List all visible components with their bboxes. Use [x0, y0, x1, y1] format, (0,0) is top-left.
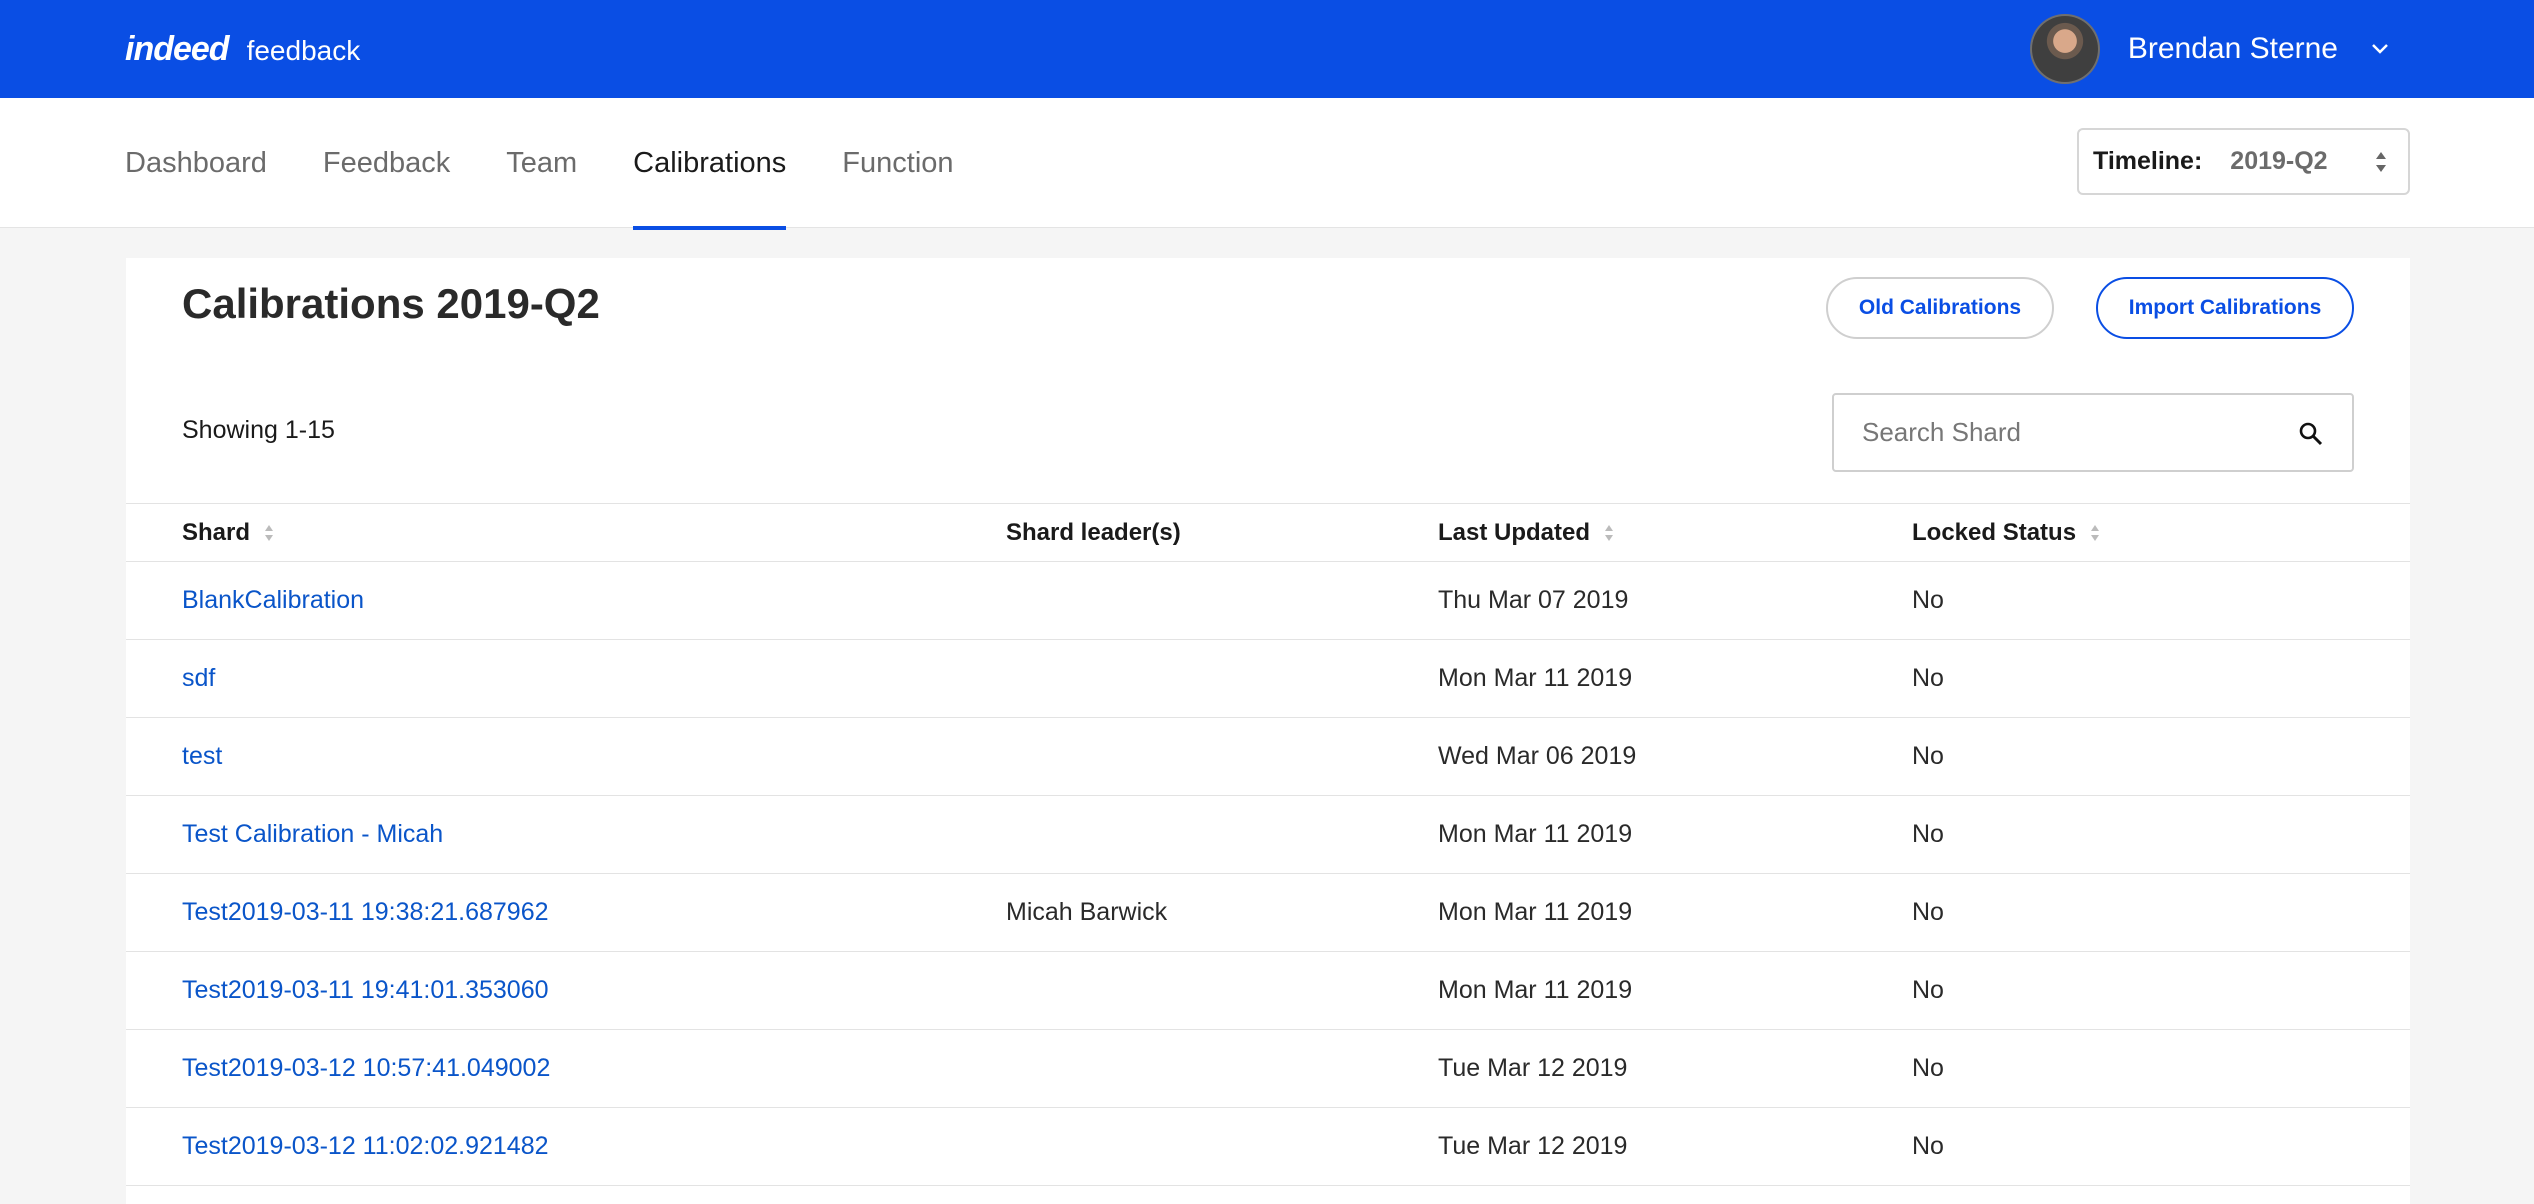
tab-calibrations[interactable]: Calibrations: [633, 98, 787, 230]
tab-team[interactable]: Team: [506, 98, 577, 228]
last-updated: Tue Mar 12 2019: [1438, 1054, 1628, 1082]
locked-status: No: [1912, 820, 1944, 848]
shard-link[interactable]: BlankCalibration: [182, 562, 364, 639]
chevron-down-icon[interactable]: [2368, 37, 2392, 61]
table-row: Test Calibration - Micah Mon Mar 11 2019…: [126, 796, 2410, 874]
table-row: test Wed Mar 06 2019 No: [126, 718, 2410, 796]
locked-status: No: [1912, 898, 1944, 926]
page-title: Calibrations 2019-Q2: [182, 280, 600, 327]
last-updated: Mon Mar 11 2019: [1438, 898, 1633, 926]
shard-link[interactable]: Test2019-03-11 19:38:21.687962: [182, 874, 549, 951]
shard-link[interactable]: Test Calibration - Micah: [182, 796, 443, 873]
shard-link[interactable]: test: [182, 718, 222, 795]
shard-link[interactable]: Test2019-03-11 19:41:01.353060: [182, 952, 549, 1029]
showing-count: Showing 1-15: [182, 416, 335, 444]
search-input[interactable]: [1834, 417, 2274, 448]
calibrations-card: Calibrations 2019-Q2 Old Calibrations Im…: [126, 258, 2410, 1204]
shard-link[interactable]: sdf: [182, 640, 215, 717]
locked-status: No: [1912, 742, 1944, 770]
table-header: Shard Shard leader(s) Last Updated Locke…: [126, 503, 2410, 562]
sort-icon[interactable]: [264, 523, 274, 543]
column-label: Last Updated: [1438, 519, 1591, 546]
timeline-select[interactable]: Timeline: 2019-Q2: [2077, 128, 2410, 195]
logo-brand: indeed: [125, 30, 230, 68]
last-updated: Mon Mar 11 2019: [1438, 664, 1633, 692]
column-label: Locked Status: [1912, 519, 2077, 546]
locked-status: No: [1912, 1132, 1944, 1160]
shard-link[interactable]: Test2019-03-12 10:57:41.049002: [182, 1030, 550, 1107]
tab-dashboard[interactable]: Dashboard: [125, 98, 267, 228]
locked-status: No: [1912, 976, 1944, 1004]
sort-icon[interactable]: [1604, 523, 1614, 543]
locked-status: No: [1912, 1054, 1944, 1082]
table-row: Test2019-03-12 10:57:41.049002 Tue Mar 1…: [126, 1030, 2410, 1108]
column-header-shard[interactable]: Shard: [182, 504, 274, 562]
last-updated: Thu Mar 07 2019: [1438, 586, 1629, 614]
column-label: Shard leader(s): [1006, 519, 1181, 546]
table-row: sdf Mon Mar 11 2019 No: [126, 640, 2410, 718]
timeline-label: Timeline:: [2093, 147, 2203, 175]
column-label: Shard: [182, 519, 251, 546]
table-row: Test2019-03-11 19:38:21.687962 Micah Bar…: [126, 874, 2410, 952]
column-header-updated[interactable]: Last Updated: [1438, 504, 1614, 562]
last-updated: Tue Mar 12 2019: [1438, 1132, 1628, 1160]
user-menu[interactable]: Brendan Sterne: [2029, 14, 2392, 84]
avatar: [2029, 14, 2100, 84]
table-row: BlankCalibration Thu Mar 07 2019 No: [126, 562, 2410, 640]
locked-status: No: [1912, 664, 1944, 692]
import-calibrations-button[interactable]: Import Calibrations: [2096, 277, 2354, 339]
sort-icon[interactable]: [2090, 523, 2100, 543]
logo-product: feedback: [246, 35, 361, 66]
search-box: [1832, 393, 2354, 472]
column-header-leader: Shard leader(s): [1006, 504, 1181, 562]
table-row: Test2019-03-11 19:41:01.353060 Mon Mar 1…: [126, 952, 2410, 1030]
old-calibrations-button[interactable]: Old Calibrations: [1826, 277, 2054, 339]
main-nav: Dashboard Feedback Team Calibrations Fun…: [0, 98, 2534, 230]
search-icon[interactable]: [2298, 421, 2324, 452]
tab-feedback[interactable]: Feedback: [323, 98, 450, 228]
column-header-locked[interactable]: Locked Status: [1912, 504, 2100, 562]
locked-status: No: [1912, 586, 1944, 614]
last-updated: Mon Mar 11 2019: [1438, 976, 1633, 1004]
logo[interactable]: indeed feedback: [125, 30, 360, 69]
last-updated: Mon Mar 11 2019: [1438, 820, 1633, 848]
shard-link[interactable]: Test2019-03-12 11:02:02.921482: [182, 1108, 549, 1185]
table-row: Test2019-03-12 11:02:02.921482 Tue Mar 1…: [126, 1108, 2410, 1186]
shard-leader: Micah Barwick: [1006, 898, 1168, 926]
select-arrows-icon: [2374, 150, 2388, 179]
user-name: Brendan Sterne: [2127, 32, 2338, 65]
timeline-value: 2019-Q2: [2230, 147, 2328, 175]
calibrations-table: Shard Shard leader(s) Last Updated Locke…: [126, 503, 2410, 1186]
tab-function[interactable]: Function: [842, 98, 953, 228]
last-updated: Wed Mar 06 2019: [1438, 742, 1637, 770]
top-bar: indeed feedback Brendan Sterne: [0, 0, 2534, 98]
